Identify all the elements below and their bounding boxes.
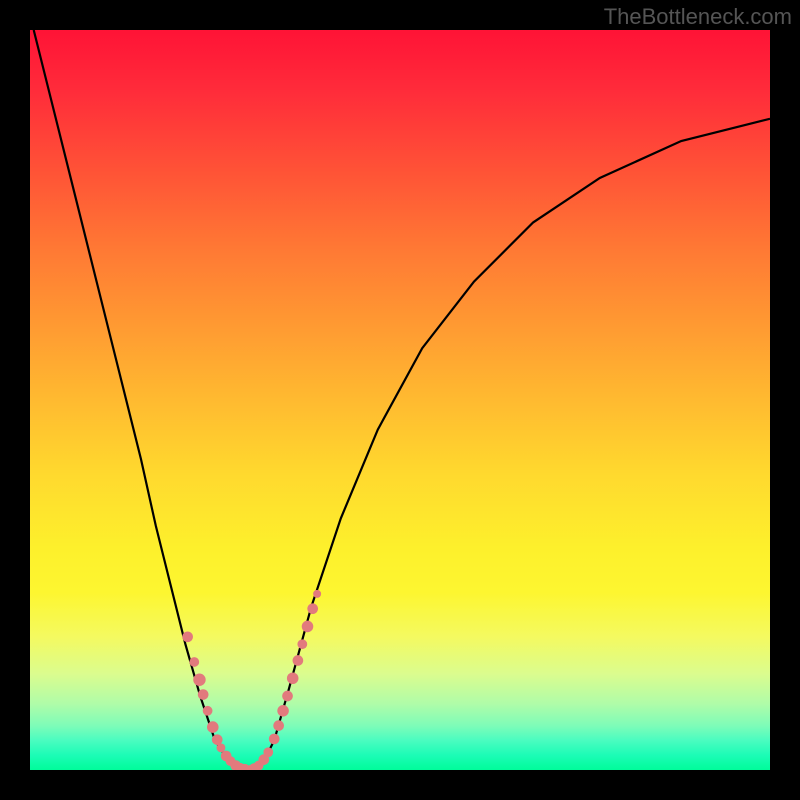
data-marker [302,621,314,633]
data-marker [287,672,299,684]
data-marker [216,743,225,752]
data-marker [203,706,213,716]
data-marker [282,691,293,702]
bottleneck-curve [34,30,770,770]
data-marker [297,639,307,649]
watermark-text: TheBottleneck.com [604,4,792,30]
data-marker [263,747,273,757]
data-marker [198,689,209,700]
data-marker [313,590,321,598]
plot-area [30,30,770,770]
data-marker [293,655,304,666]
chart-frame: TheBottleneck.com [0,0,800,800]
curve-markers [182,590,321,770]
data-marker [207,721,219,733]
data-marker [193,674,205,686]
data-marker [277,705,289,717]
data-marker [307,603,318,614]
data-marker [273,720,284,731]
data-marker [269,734,280,745]
curve-svg [30,30,770,770]
data-marker [189,657,199,667]
data-marker [182,631,193,642]
